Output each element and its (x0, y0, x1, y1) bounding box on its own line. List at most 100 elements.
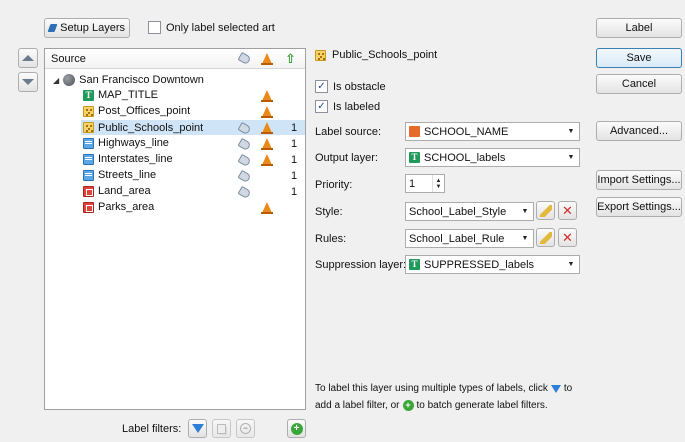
rules-select[interactable]: School_Label_Rule ▼ (405, 229, 534, 248)
chevron-down-icon: ▼ (521, 235, 529, 242)
label-tag-icon (237, 51, 252, 66)
source-tree-panel[interactable]: Source ⇧ ◢ San Francisco Downtown T MAP_… (44, 48, 306, 410)
copy-filter-button[interactable] (212, 419, 231, 438)
stepper-arrows-icon[interactable]: ▲ ▼ (432, 175, 444, 192)
pencil-icon (539, 204, 552, 217)
text-layer-icon: T (83, 89, 94, 101)
only-label-selected-checkbox[interactable]: Only label selected art (148, 21, 275, 34)
add-label-filter-button[interactable] (188, 419, 207, 438)
point-layer-icon (315, 49, 326, 61)
obstacle-cone-icon[interactable] (261, 202, 273, 214)
tree-header[interactable]: Source ⇧ (45, 49, 305, 69)
output-layer-value: SCHOOL_labels (424, 151, 506, 164)
tree-item-land-area[interactable]: Land_area (83, 184, 303, 198)
suppression-layer-value: SUPPRESSED_labels (424, 258, 535, 271)
export-settings-button[interactable]: Export Settings... (596, 197, 682, 217)
filter-icon (550, 384, 561, 393)
point-layer-icon (83, 122, 94, 133)
detail-layer-title: Public_Schools_point (315, 49, 437, 61)
priority-count: 1 (291, 154, 298, 166)
pencil-icon (539, 231, 552, 244)
obstacle-cone-icon[interactable] (261, 106, 273, 118)
help-text-part: to (563, 383, 573, 394)
tree-item-label: Public_Schools_point (98, 121, 204, 134)
area-layer-icon (83, 201, 94, 213)
chevron-down-icon: ▼ (567, 261, 575, 268)
import-settings-button[interactable]: Import Settings... (596, 170, 682, 190)
tree-root[interactable]: ◢ San Francisco Downtown (53, 73, 204, 87)
close-icon: ✕ (562, 203, 573, 218)
only-label-selected-box[interactable] (148, 21, 161, 34)
obstacle-cone-icon[interactable] (261, 154, 273, 166)
tree-root-label: San Francisco Downtown (79, 74, 204, 86)
expand-triangle-icon: ◢ (53, 75, 60, 85)
only-label-selected-label: Only label selected art (166, 21, 275, 34)
is-labeled-box[interactable]: ✓ (315, 100, 328, 113)
triangle-down-icon (22, 79, 34, 85)
label-button[interactable]: Label (596, 18, 682, 38)
label-source-select[interactable]: SCHOOL_NAME ▼ (405, 122, 580, 141)
obstacle-cone-icon[interactable] (261, 122, 273, 134)
label-filters-label: Label filters: (122, 423, 182, 435)
is-labeled-label: Is labeled (333, 100, 381, 113)
chevron-down-icon: ▼ (521, 208, 529, 215)
line-layer-icon (83, 169, 94, 181)
tree-item-streets[interactable]: Streets_line (83, 168, 303, 182)
suppression-layer-label: Suppression layer: (315, 259, 407, 271)
setup-layers-button[interactable]: Setup Layers (44, 18, 130, 38)
style-select[interactable]: School_Label_Style ▼ (405, 202, 534, 221)
tree-item-label: Land_area (98, 185, 151, 197)
move-up-button[interactable] (18, 48, 38, 68)
output-layer-select[interactable]: T SCHOOL_labels ▼ (405, 148, 580, 167)
help-text-part: add a label filter, or (315, 400, 400, 411)
priority-arrow-icon: ⇧ (285, 51, 296, 66)
line-layer-icon (83, 153, 94, 165)
remove-filter-button[interactable]: − (236, 419, 255, 438)
triangle-up-icon (22, 55, 34, 61)
source-column-header: Source (51, 53, 86, 65)
cancel-button[interactable]: Cancel (596, 74, 682, 94)
label-source-label: Label source: (315, 126, 382, 138)
help-text-line1: To label this layer using multiple types… (315, 383, 572, 394)
filter-icon (191, 424, 204, 433)
delete-rules-button[interactable]: ✕ (558, 228, 577, 247)
close-icon: ✕ (562, 230, 573, 245)
field-icon (409, 126, 420, 137)
is-labeled-checkbox[interactable]: ✓ Is labeled (315, 100, 380, 113)
output-layer-label: Output layer: (315, 152, 378, 164)
line-layer-icon (83, 137, 94, 149)
style-label: Style: (315, 206, 343, 218)
batch-generate-button[interactable]: + (287, 419, 306, 438)
tree-item-label: Highways_line (98, 137, 169, 149)
obstacle-cone-icon[interactable] (261, 138, 273, 150)
priority-count: 1 (291, 186, 298, 198)
priority-stepper[interactable]: 1 ▲ ▼ (405, 174, 445, 193)
save-button[interactable]: Save (596, 48, 682, 68)
tree-item-label: Interstates_line (98, 153, 173, 165)
priority-count: 1 (291, 138, 298, 150)
style-value: School_Label_Style (409, 205, 507, 218)
help-text-part: To label this layer using multiple types… (315, 383, 548, 394)
is-obstacle-checkbox[interactable]: ✓ Is obstacle (315, 80, 386, 93)
move-down-button[interactable] (18, 72, 38, 92)
tree-item-label: Parks_area (98, 201, 155, 213)
obstacle-cone-icon[interactable] (261, 90, 273, 102)
tree-item-label: MAP_TITLE (98, 89, 158, 101)
chevron-down-icon: ▼ (567, 154, 575, 161)
suppression-layer-select[interactable]: T SUPPRESSED_labels ▼ (405, 255, 580, 274)
help-text-part: to batch generate label filters. (416, 400, 548, 411)
setup-layers-label: Setup Layers (60, 22, 125, 34)
batch-generate-icon: + (402, 400, 414, 411)
tree-item-label: Streets_line (98, 169, 157, 181)
is-obstacle-box[interactable]: ✓ (315, 80, 328, 93)
text-layer-icon: T (409, 152, 420, 163)
priority-label: Priority: (315, 179, 353, 191)
point-layer-icon (83, 105, 94, 117)
advanced-button[interactable]: Advanced... (596, 121, 682, 141)
priority-value: 1 (409, 177, 416, 190)
delete-style-button[interactable]: ✕ (558, 201, 577, 220)
area-layer-icon (83, 185, 94, 197)
detail-layer-name: Public_Schools_point (332, 49, 438, 61)
edit-style-button[interactable] (536, 201, 555, 220)
edit-rules-button[interactable] (536, 228, 555, 247)
